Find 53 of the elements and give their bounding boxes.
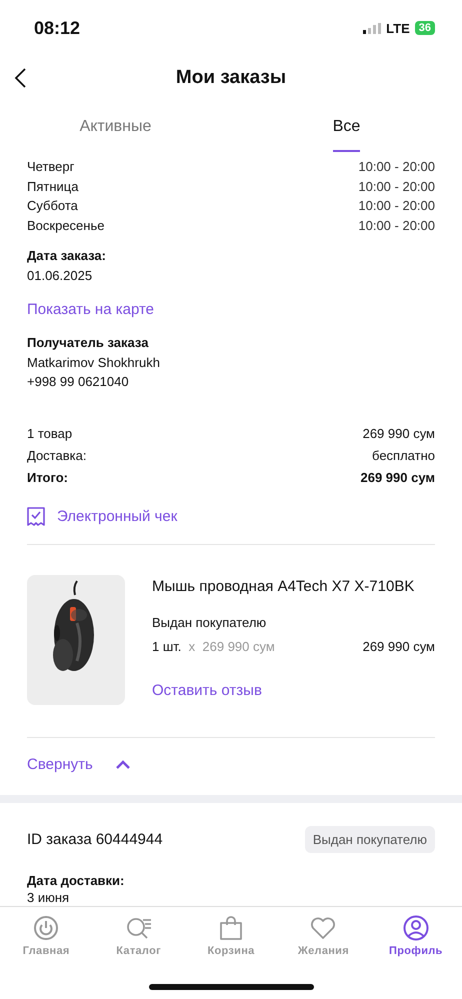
summary-value: 269 990 сум <box>360 469 435 487</box>
e-receipt-link[interactable]: Электронный чек <box>57 508 178 525</box>
product-quantity: 1 шт. <box>152 639 182 654</box>
battery-level: 36 <box>414 21 435 35</box>
summary-label: Доставка: <box>27 447 86 465</box>
opening-hours: 10:00 - 20:00 <box>358 178 435 196</box>
order-tab[interactable]: Активные <box>80 118 152 152</box>
nav-tab[interactable]: Профиль <box>370 915 462 957</box>
product-status: Выдан покупателю <box>152 615 268 630</box>
multiply-sign: x <box>188 639 196 654</box>
signal-icon <box>363 22 382 34</box>
delivery-date-label: Дата доставки: <box>27 873 126 888</box>
receipt-icon <box>27 507 45 526</box>
order-date: 01.06.2025 <box>27 268 94 283</box>
collapse-link[interactable]: Свернуть <box>27 756 93 773</box>
summary-value: бесплатно <box>372 447 435 465</box>
opening-hours: 10:00 - 20:00 <box>358 158 435 176</box>
unit-price: 269 990 сум <box>202 639 275 654</box>
summary-label: 1 товар <box>27 425 72 443</box>
power-icon <box>33 915 60 941</box>
delivery-date: 3 июня <box>27 890 70 905</box>
user-icon <box>402 915 429 941</box>
order-id: ID заказа 60444944 <box>27 831 163 848</box>
line-total: 269 990 сум <box>362 639 435 654</box>
network-label: LTE <box>386 20 410 36</box>
nav-tab[interactable]: Каталог <box>92 915 185 957</box>
recipient-name: Matkarimov Shokhrukh <box>27 355 161 370</box>
show-on-map-link[interactable]: Показать на карте <box>27 301 154 318</box>
product-name[interactable]: Мышь проводная A4Tech X7 X-710BK <box>152 578 435 595</box>
nav-tab[interactable]: Главная <box>0 915 92 957</box>
order-status-badge: Выдан покупателю <box>304 826 435 853</box>
order-tab[interactable]: Все <box>332 118 360 152</box>
back-icon[interactable] <box>14 68 27 88</box>
clock: 08:12 <box>34 18 80 38</box>
opening-hours: 10:00 - 20:00 <box>358 197 435 215</box>
leave-review-link[interactable]: Оставить отзыв <box>152 682 262 699</box>
recipient-label: Получатель заказа <box>27 335 150 350</box>
summary-label: Итого: <box>27 469 68 487</box>
page-title: Мои заказы <box>176 67 286 89</box>
nav-tab[interactable]: Желания <box>277 915 370 957</box>
weekday: Суббота <box>27 197 78 215</box>
weekday: Четверг <box>27 158 74 176</box>
order-date-label: Дата заказа: <box>27 248 107 263</box>
summary-value: 269 990 сум <box>362 425 435 443</box>
recipient-phone: +998 99 0621040 <box>27 374 130 389</box>
opening-hours: 10:00 - 20:00 <box>358 216 435 234</box>
shopping-bag-icon <box>218 915 244 941</box>
heart-icon <box>310 915 336 941</box>
weekday: Пятница <box>27 178 78 196</box>
search-list-icon <box>126 915 152 941</box>
chevron-up-icon[interactable] <box>114 758 131 770</box>
weekday: Воскресенье <box>27 216 104 235</box>
nav-tab[interactable]: Корзина <box>184 915 278 957</box>
